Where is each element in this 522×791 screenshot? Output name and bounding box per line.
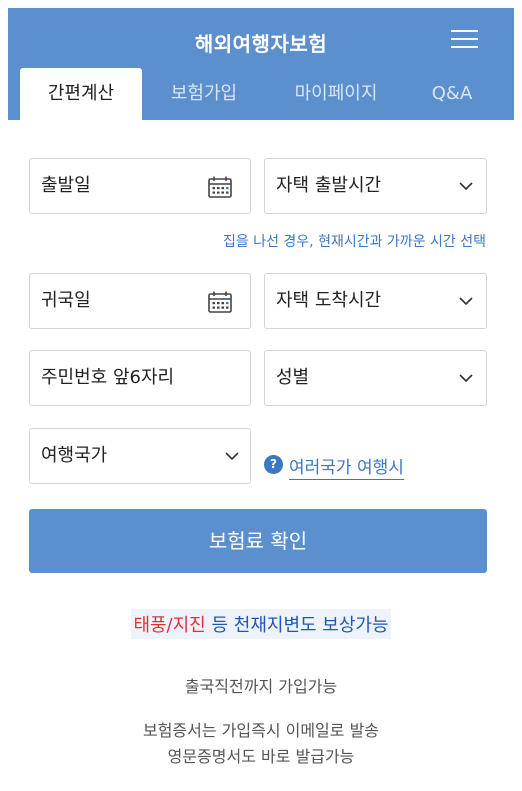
question-icon: ? — [264, 455, 283, 474]
departure-date-field[interactable]: 출발일 — [29, 158, 251, 214]
promo-blue-text-2: 천재지변도 보상가능 — [233, 615, 389, 636]
calendar-icon — [208, 291, 232, 313]
promo-banner: 태풍/지진 등 천재지변도 보상가능 — [0, 609, 522, 639]
tab-insurance-signup[interactable]: 보험가입 — [154, 68, 254, 120]
tab-bar: 간편계산 보험가입 마이페이지 Q&A — [8, 68, 514, 120]
promo-red-text: 태풍/지진 — [133, 615, 206, 636]
resident-number-field[interactable]: 주민번호 앞6자리 — [29, 350, 251, 406]
chevron-down-icon — [459, 182, 473, 191]
departure-time-hint: 집을 나선 경우, 현재시간과 가까운 시간 선택 — [223, 234, 486, 250]
tab-quick-calc[interactable]: 간편계산 — [20, 68, 142, 120]
app-header: 해외여행자보험 간편계산 보험가입 마이페이지 Q&A — [8, 8, 514, 120]
country-label: 여행국가 — [41, 445, 108, 466]
tab-mypage[interactable]: 마이페이지 — [278, 68, 394, 120]
promo-blue-text-1: 등 — [211, 615, 229, 636]
app-title: 해외여행자보험 — [194, 32, 328, 56]
gender-select[interactable]: 성별 — [264, 350, 487, 406]
departure-time-select[interactable]: 자택 출발시간 — [264, 158, 487, 214]
multi-country-label: 여러국가 여행시 — [289, 453, 404, 480]
departure-date-label: 출발일 — [41, 175, 91, 196]
info-line-3: 영문증명서도 바로 발급가능 — [167, 747, 355, 766]
departure-time-label: 자택 출발시간 — [276, 175, 382, 196]
chevron-down-icon — [225, 452, 239, 461]
country-select[interactable]: 여행국가 — [29, 428, 251, 484]
return-date-field[interactable]: 귀국일 — [29, 273, 251, 329]
calendar-icon — [208, 176, 232, 198]
gender-label: 성별 — [276, 367, 310, 388]
resident-number-label: 주민번호 앞6자리 — [41, 367, 175, 388]
info-line-1: 출국직전까지 가입가능 — [184, 677, 338, 696]
arrival-time-label: 자택 도착시간 — [276, 290, 382, 311]
hamburger-menu-icon[interactable] — [450, 26, 480, 52]
return-date-label: 귀국일 — [41, 290, 91, 311]
info-line-2: 보험증서는 가입즉시 이메일로 발송 — [142, 721, 380, 740]
chevron-down-icon — [459, 297, 473, 306]
tab-qna[interactable]: Q&A — [416, 68, 488, 120]
arrival-time-select[interactable]: 자택 도착시간 — [264, 273, 487, 329]
promo-text: 태풍/지진 등 천재지변도 보상가능 — [131, 609, 391, 639]
check-premium-button[interactable]: 보험료 확인 — [29, 509, 487, 573]
chevron-down-icon — [459, 374, 473, 383]
